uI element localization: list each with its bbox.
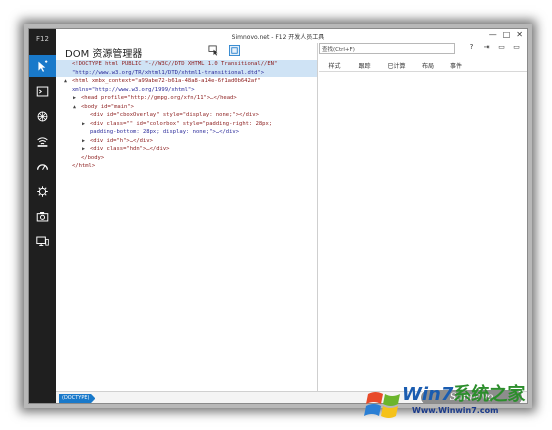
tab-trace[interactable]: 跟踪 [350,60,379,71]
select-element-button[interactable] [208,45,219,56]
tool-debugger[interactable] [29,105,56,127]
dom-node-text: <head profile="http://gmpg.org/xfn/11">…… [81,95,237,101]
dom-tree-line[interactable]: ▲ <html xmbx_context="a99abe72-b61a-48a8-… [56,77,317,86]
win7-brand: Win7系统之家 Www.Winwin7.com [364,380,552,426]
breadcrumb-doctype[interactable]: (DOCTYPE) [59,394,96,403]
tool-profiler[interactable] [29,205,56,227]
tool-performance[interactable] [29,155,56,177]
dom-node-text: </body> [81,154,105,161]
dom-tree-line[interactable]: ▲ <body id="main"> [56,103,317,112]
camera-icon [36,211,49,221]
dom-tree-line[interactable]: ▶ <head profile="http://gmpg.org/xfn/11">… [56,94,317,103]
dom-tree-line[interactable]: <!DOCTYPE html PUBLIC "-//W3C//DTD XHTML… [56,60,317,69]
dom-node-text: "http://www.w3.org/TR/xhtml1/DTD/xhtml1-… [72,69,265,76]
dom-node-text: <div class="" id="colorbox" style="paddi… [90,120,273,127]
dom-tree-line[interactable]: ▶ <div class="" id="colorbox" style="padd… [56,120,317,129]
highlight-toggle-button[interactable] [229,45,240,56]
devtools-window: Simnovo.net - F12 开发人员工具 — □ ✕ F12 DOM 资… [28,28,528,404]
maximize-button[interactable]: □ [503,30,511,40]
expand-toggle-icon[interactable]: ▶ [82,120,85,129]
tab-styles[interactable]: 样式 [319,60,350,71]
dom-node-text: <div class="hdn">…</div> [90,146,170,152]
dom-node-text: <html xmbx_context="a99abe72-b61a-48a8-a… [72,78,261,84]
brand-name: Win7系统之家 [402,384,526,405]
console-icon [36,86,49,96]
monitor-icon [36,236,49,246]
dom-tree-line[interactable]: </html> [56,162,317,171]
styles-tabs: 样式 跟踪 已计算 布局 事件 [319,60,527,72]
dom-tree-line[interactable]: ▶ <div class="hdn">…</div> [56,145,317,154]
dom-node-text: <div id="h">…</div> [90,137,153,144]
tool-emulation[interactable] [29,230,56,252]
tab-computed[interactable]: 已计算 [379,60,414,71]
minimize-button[interactable]: — [489,30,497,40]
tool-sidebar: F12 [29,29,56,403]
gear-icon [37,185,48,197]
wifi-icon [37,136,48,147]
pane-title: DOM 资源管理器 [65,49,143,60]
select-element-icon [208,45,218,56]
tool-memory[interactable] [29,180,56,202]
windows-flag-icon [364,392,400,418]
undock-icon[interactable]: ▭ [497,43,506,51]
dom-explorer-pane: DOM 资源管理器 <!DOCTYPE html PUBLIC "-//W3C/… [56,43,318,391]
expand-toggle-icon[interactable]: ▶ [82,145,85,154]
cursor-icon [38,59,48,72]
collapse-toggle-icon[interactable]: ▲ [64,77,67,86]
close-button[interactable]: ✕ [516,30,523,40]
title-bar: Simnovo.net - F12 开发人员工具 — □ ✕ [29,29,527,43]
bug-icon [37,111,48,121]
dom-node-text: </html> [72,163,96,169]
dom-node-text: xmlns="http://www.w3.org/1999/xhtml"> [72,86,195,93]
window-title: Simnovo.net - F12 开发人员工具 [231,34,325,41]
find-input[interactable]: 查找(Ctrl+F) [319,43,455,54]
styles-pane: 查找(Ctrl+F) ? ⇥ ▭ ▭ 样式 跟踪 已计算 布局 事件 [319,43,527,391]
help-icon[interactable]: ? [467,43,476,51]
dom-node-text: <!DOCTYPE html PUBLIC "-//W3C//DTD XHTML… [72,61,278,67]
restore-icon[interactable]: ▭ [512,43,521,51]
f12-label: F12 [36,35,49,43]
expand-toggle-icon[interactable]: ▶ [73,94,76,103]
dom-node-text: <body id="main"> [81,103,134,110]
dom-tree-line[interactable]: ▶ <div id="h">…</div> [56,137,317,146]
brand-url: Www.Winwin7.com [412,406,499,415]
dom-tree-line[interactable]: <div id="cboxOverlay" style="display: no… [56,111,317,120]
dom-tree-line[interactable]: "http://www.w3.org/TR/xhtml1/DTD/xhtml1-… [56,68,317,77]
expand-toggle-icon[interactable]: ▶ [82,137,85,146]
dock-icon[interactable]: ⇥ [482,43,491,51]
highlight-icon [229,45,240,56]
gauge-icon [36,163,49,170]
collapse-toggle-icon[interactable]: ▲ [73,103,76,112]
dom-tree-line[interactable]: </body> [56,154,317,163]
dom-tree: <!DOCTYPE html PUBLIC "-//W3C//DTD XHTML… [56,60,317,171]
tool-dom-explorer[interactable] [29,55,56,77]
dom-node-text: padding-bottom: 28px; display: none;">…<… [90,129,240,135]
tool-network[interactable] [29,130,56,152]
tool-console[interactable] [29,80,56,102]
dom-node-text: <div id="cboxOverlay" style="display: no… [90,112,259,118]
dom-tree-line[interactable]: xmlns="http://www.w3.org/1999/xhtml"> [56,86,317,95]
dom-tree-line[interactable]: padding-bottom: 28px; display: none;">…<… [56,128,317,137]
tab-layout[interactable]: 布局 [414,60,442,71]
tab-events[interactable]: 事件 [442,60,470,71]
